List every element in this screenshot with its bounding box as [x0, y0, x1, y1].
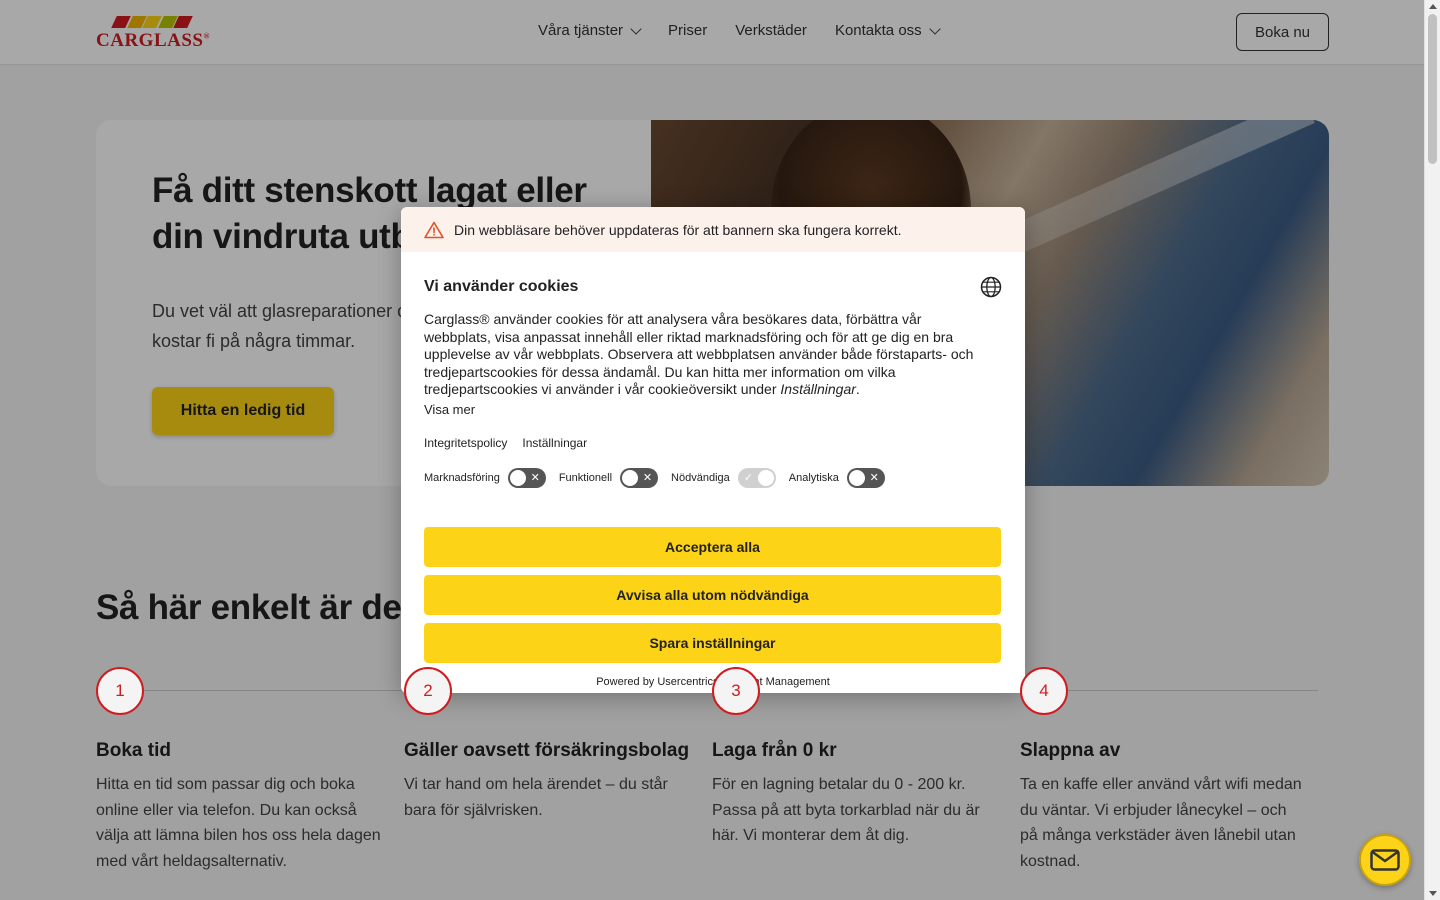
globe-icon[interactable] — [980, 276, 1002, 298]
check-icon: ✓ — [743, 471, 753, 484]
cookie-description: Carglass® använder cookies för att analy… — [424, 311, 984, 399]
mail-icon — [1370, 849, 1400, 871]
toggle-label: Analytiska — [788, 471, 839, 484]
close-icon: ✕ — [869, 471, 879, 484]
scroll-down-arrow-icon[interactable] — [1429, 891, 1437, 896]
scroll-thumb[interactable] — [1428, 14, 1437, 164]
step-number: 1 — [96, 667, 144, 715]
chat-button[interactable] — [1359, 834, 1411, 886]
close-icon: ✕ — [530, 471, 540, 484]
switch-knob — [848, 469, 865, 486]
toggle-marketing: Marknadsföring ✕ — [424, 467, 546, 488]
switch-knob — [757, 469, 774, 486]
consent-toggles: Marknadsföring ✕ Funktionell ✕ Nödvändig… — [424, 467, 1002, 488]
toggle-necessary: Nödvändiga ✓ — [671, 467, 776, 488]
toggle-label: Marknadsföring — [424, 471, 500, 484]
show-more-link[interactable]: Visa mer — [424, 402, 1002, 417]
cookie-links: Integritetspolicy Inställningar — [424, 436, 1002, 450]
privacy-policy-link[interactable]: Integritetspolicy — [424, 436, 507, 450]
switch-knob — [622, 469, 639, 486]
description-text: Carglass® använder cookies för att analy… — [424, 311, 974, 397]
necessary-switch: ✓ — [737, 467, 776, 488]
browser-warning-banner: Din webbläsare behöver uppdateras för at… — [401, 207, 1025, 252]
close-icon: ✕ — [642, 471, 653, 484]
warning-triangle-icon — [424, 221, 444, 238]
modal-title: Vi använder cookies — [424, 278, 579, 295]
functional-switch[interactable]: ✕ — [620, 467, 659, 488]
accept-all-button[interactable]: Acceptera alla — [424, 526, 1001, 567]
step-number: 2 — [404, 667, 452, 715]
scroll-up-arrow-icon[interactable] — [1429, 4, 1437, 9]
cookie-consent-modal: Din webbläsare behöver uppdateras för at… — [401, 207, 1025, 693]
page-scrollbar[interactable] — [1424, 0, 1440, 900]
step-number: 3 — [712, 667, 760, 715]
toggle-analytics: Analytiska ✕ — [788, 467, 885, 488]
description-end: . — [855, 381, 860, 397]
marketing-switch[interactable]: ✕ — [507, 467, 546, 488]
step-number: 4 — [1020, 667, 1068, 715]
analytics-switch[interactable]: ✕ — [846, 467, 885, 488]
reject-all-button[interactable]: Avvisa alla utom nödvändiga — [424, 574, 1001, 615]
modal-header: Vi använder cookies — [424, 276, 1002, 298]
toggle-label: Nödvändiga — [671, 471, 730, 484]
warning-text: Din webbläsare behöver uppdateras för at… — [454, 221, 902, 238]
switch-knob — [509, 469, 526, 486]
toggle-functional: Funktionell ✕ — [558, 467, 659, 488]
modal-body: Vi använder cookies Carglass® använder c… — [401, 276, 1025, 688]
settings-link[interactable]: Inställningar — [522, 436, 587, 450]
save-settings-button[interactable]: Spara inställningar — [424, 622, 1001, 663]
settings-inline-link[interactable]: Inställningar — [780, 381, 856, 397]
toggle-label: Funktionell — [558, 471, 613, 484]
